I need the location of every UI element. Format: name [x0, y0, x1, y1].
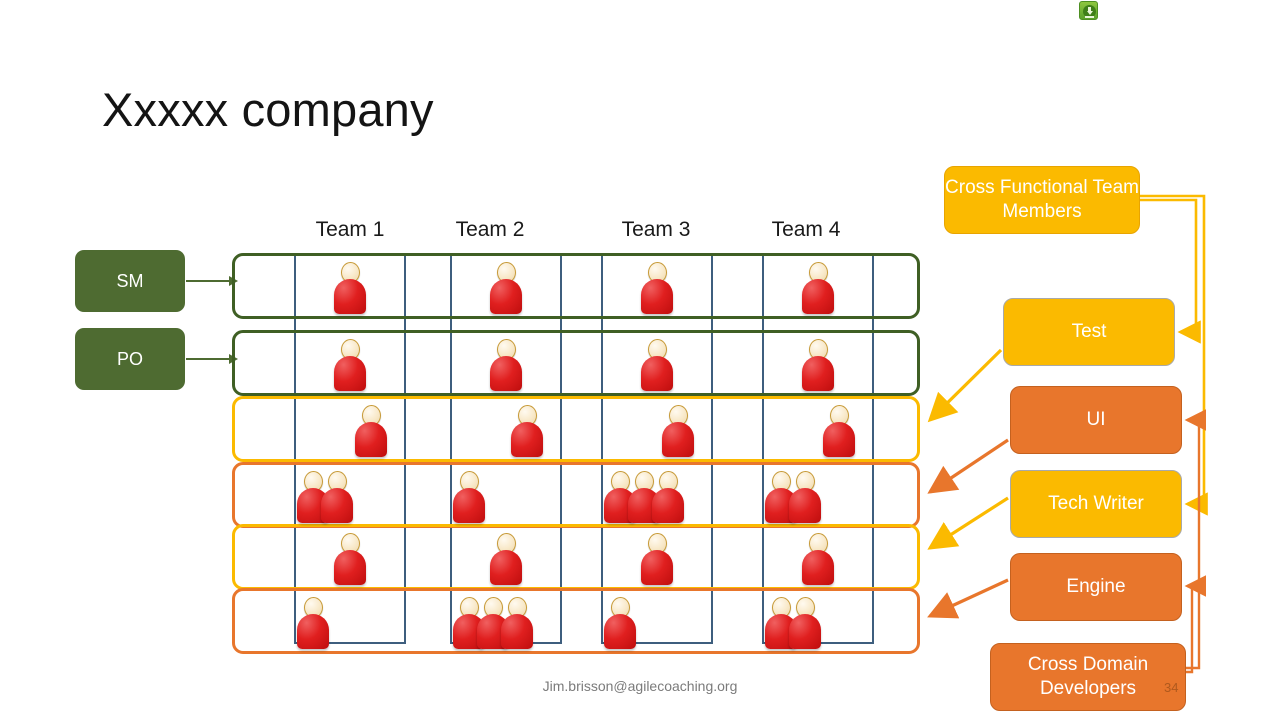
- person-icon: [788, 597, 822, 649]
- function-box-ui-label: UI: [1086, 409, 1106, 431]
- person-icon: [489, 262, 523, 314]
- slide-canvas: Xxxxx company SM PO Team 1 Team 2 Team 3…: [0, 0, 1280, 720]
- function-box-cross-functional-team-members[interactable]: Cross Functional Team Members: [944, 166, 1140, 234]
- grid-cell-row-test-team3: [601, 404, 713, 457]
- grid-cell-row-po-team4: [762, 338, 874, 391]
- person-icon-body: [297, 614, 329, 649]
- grid-cell-row-sm-team2: [450, 261, 562, 314]
- role-box-sm-label: SM: [116, 270, 144, 291]
- person-icon-body: [652, 488, 684, 523]
- team-label-2: Team 2: [455, 218, 525, 241]
- grid-cell-row-ui-team3: [601, 470, 713, 523]
- grid-cell-row-eng-team2: [450, 596, 562, 649]
- person-icon-body: [802, 356, 834, 391]
- person-icon-body: [662, 422, 694, 457]
- person-icon: [489, 339, 523, 391]
- person-icon-body: [453, 488, 485, 523]
- person-icon-body: [641, 550, 673, 585]
- person-icon-body: [604, 614, 636, 649]
- person-icon-body: [490, 279, 522, 314]
- grid-cell-row-po-team3: [601, 338, 713, 391]
- function-box-cross-domain-developers[interactable]: Cross Domain Developers: [990, 643, 1186, 711]
- function-box-test[interactable]: Test: [1003, 298, 1175, 366]
- grid-cell-row-ui-team1: [294, 470, 406, 523]
- role-box-sm[interactable]: SM: [75, 250, 185, 312]
- person-icon-body: [334, 356, 366, 391]
- person-icon-body: [511, 422, 543, 457]
- grid-cell-row-tw-team2: [450, 532, 562, 585]
- person-icon-body: [823, 422, 855, 457]
- team-label-4: Team 4: [771, 218, 841, 241]
- grid-cell-row-test-team1: [294, 404, 406, 457]
- person-icon: [333, 533, 367, 585]
- person-icon-body: [641, 279, 673, 314]
- footer-contact: Jim.brisson@agilecoaching.org: [542, 678, 738, 694]
- person-icon: [788, 471, 822, 523]
- person-icon-body: [501, 614, 533, 649]
- person-icon-body: [490, 550, 522, 585]
- grid-cell-row-sm-team4: [762, 261, 874, 314]
- person-icon: [661, 405, 695, 457]
- grid-cell-row-tw-team1: [294, 532, 406, 585]
- person-icon: [640, 339, 674, 391]
- team-label-3: Team 3: [621, 218, 691, 241]
- grid-cell-row-ui-team2: [450, 470, 562, 523]
- person-icon-body: [321, 488, 353, 523]
- grid-cell-row-eng-team4: [762, 596, 874, 649]
- grid-cell-row-po-team1: [294, 338, 406, 391]
- grid-cell-row-tw-team3: [601, 532, 713, 585]
- grid-cell-row-ui-team4: [762, 470, 874, 523]
- person-icon: [489, 533, 523, 585]
- function-box-ui[interactable]: UI: [1010, 386, 1182, 454]
- person-icon: [320, 471, 354, 523]
- function-box-engine[interactable]: Engine: [1010, 553, 1182, 621]
- person-icon: [510, 405, 544, 457]
- grid-cell-row-po-team2: [450, 338, 562, 391]
- person-icon: [801, 533, 835, 585]
- function-box-cft-label: Cross Functional Team Members: [945, 177, 1139, 222]
- person-icon: [354, 405, 388, 457]
- role-po-arrow: [186, 354, 238, 364]
- person-icon-body: [789, 614, 821, 649]
- person-icon-body: [490, 356, 522, 391]
- grid-cell-row-test-team2: [450, 404, 562, 457]
- team-label-1: Team 1: [315, 218, 385, 241]
- person-icon: [801, 262, 835, 314]
- grid-cell-row-sm-team3: [601, 261, 713, 314]
- person-icon-body: [802, 550, 834, 585]
- grid-cell-row-sm-team1: [294, 261, 406, 314]
- person-icon: [651, 471, 685, 523]
- function-box-test-label: Test: [1071, 321, 1107, 343]
- person-icon: [822, 405, 856, 457]
- person-icon: [452, 471, 486, 523]
- person-icon: [333, 339, 367, 391]
- person-icon-body: [641, 356, 673, 391]
- grid-cell-row-eng-team1: [294, 596, 406, 649]
- person-icon: [333, 262, 367, 314]
- person-icon-body: [334, 279, 366, 314]
- role-sm-arrow: [186, 276, 238, 286]
- role-box-po-label: PO: [116, 348, 143, 369]
- download-icon[interactable]: [1079, 1, 1098, 20]
- grid-cell-row-eng-team3: [601, 596, 713, 649]
- page-title: Xxxxx company: [102, 83, 434, 136]
- function-box-tech-writer[interactable]: Tech Writer: [1010, 470, 1182, 538]
- role-box-po[interactable]: PO: [75, 328, 185, 390]
- function-box-engine-label: Engine: [1066, 576, 1126, 598]
- person-icon: [500, 597, 534, 649]
- person-icon-body: [334, 550, 366, 585]
- person-icon-body: [789, 488, 821, 523]
- person-icon: [603, 597, 637, 649]
- grid-cell-row-tw-team4: [762, 532, 874, 585]
- person-icon: [640, 262, 674, 314]
- download-icon-arrow-head: [1086, 11, 1093, 15]
- person-icon: [640, 533, 674, 585]
- person-icon-body: [355, 422, 387, 457]
- person-icon: [801, 339, 835, 391]
- download-icon-base: [1085, 15, 1094, 18]
- grid-cell-row-test-team4: [762, 404, 874, 457]
- person-icon-body: [802, 279, 834, 314]
- function-box-tech-writer-label: Tech Writer: [1048, 493, 1144, 515]
- person-icon: [296, 597, 330, 649]
